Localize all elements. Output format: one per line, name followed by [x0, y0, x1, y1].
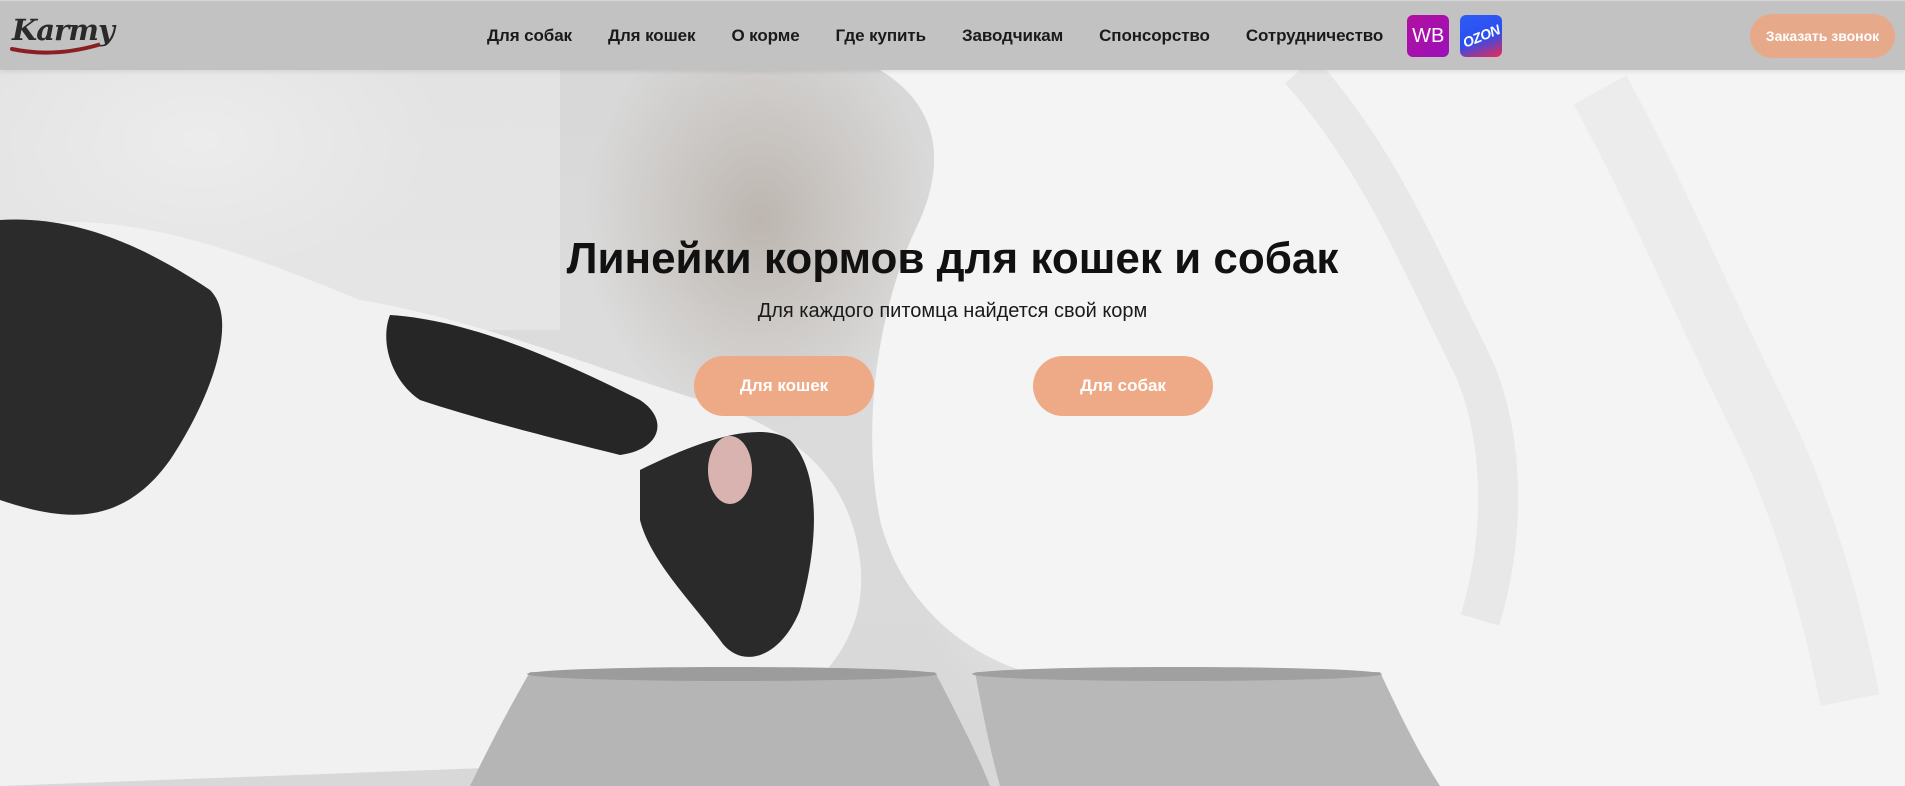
- main-nav: Для собак Для кошек О корме Где купить З…: [487, 1, 1503, 71]
- nav-item-cats[interactable]: Для кошек: [608, 26, 696, 46]
- hero-title: Линейки кормов для кошек и собак: [566, 234, 1339, 283]
- nav-item-breeders[interactable]: Заводчикам: [962, 26, 1063, 46]
- ozon-link-icon[interactable]: OZON: [1460, 15, 1503, 57]
- cat-and-dog-eating-photo: [0, 56, 1905, 786]
- wildberries-label: WB: [1412, 24, 1445, 47]
- for-dogs-button[interactable]: Для собак: [1033, 356, 1213, 416]
- logo-swoosh-icon: [10, 43, 100, 55]
- brand-logo[interactable]: Karmy: [10, 13, 115, 57]
- wildberries-link-icon[interactable]: WB: [1407, 15, 1450, 57]
- nav-item-sponsorship[interactable]: Спонсорство: [1099, 26, 1210, 46]
- hero-subtitle: Для каждого питомца найдется свой корм: [757, 300, 1148, 322]
- for-cats-button[interactable]: Для кошек: [694, 356, 874, 416]
- page: Karmy Для собак Для кошек О корме Где ку…: [0, 0, 1905, 786]
- site-header: Karmy Для собак Для кошек О корме Где ку…: [0, 0, 1905, 70]
- nav-item-where-to-buy[interactable]: Где купить: [836, 26, 927, 46]
- nav-item-dogs[interactable]: Для собак: [487, 26, 572, 46]
- ozon-label: OZON: [1460, 21, 1503, 51]
- hero-background-image: [0, 0, 1905, 786]
- nav-item-cooperation[interactable]: Сотрудничество: [1246, 26, 1383, 46]
- order-call-button[interactable]: Заказать звонок: [1750, 14, 1895, 58]
- nav-item-about-food[interactable]: О корме: [731, 26, 799, 46]
